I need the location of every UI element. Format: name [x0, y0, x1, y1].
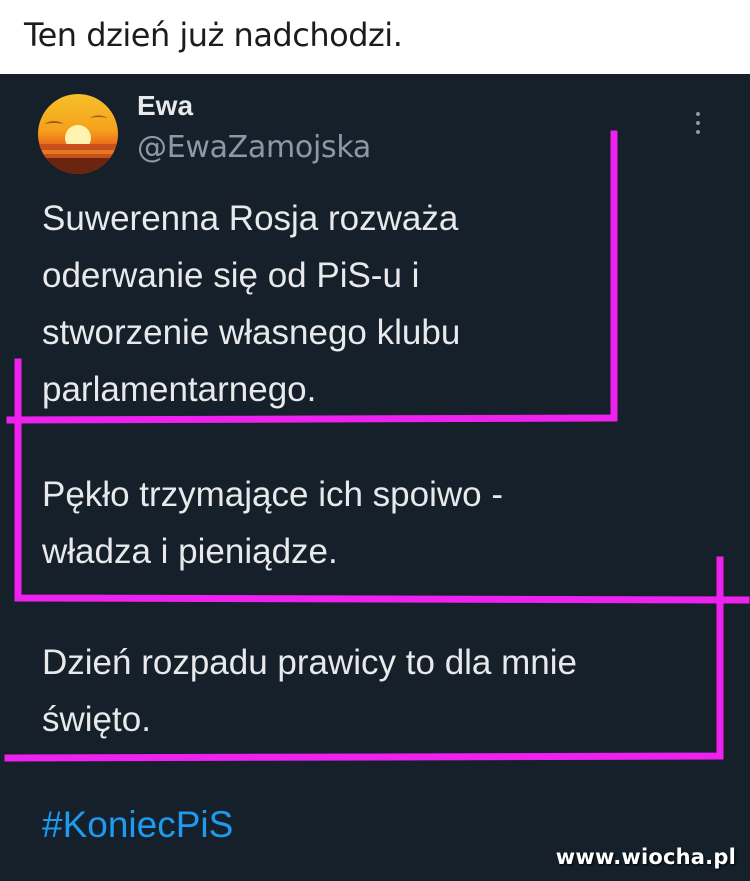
tweet-paragraph-3: Dzień rozpadu prawicy to dla mnie święto…	[42, 634, 577, 748]
tweet-line: Pękło trzymające ich spoiwo -	[42, 475, 503, 514]
author-handle[interactable]: @EwaZamojska	[137, 130, 371, 165]
post-caption-bar: Ten dzień już nadchodzi.	[0, 0, 750, 74]
tweet-line: Suwerenna Rosja rozważa	[42, 199, 459, 238]
site-watermark: www.wiocha.pl	[555, 845, 736, 869]
tweet-paragraph-1: Suwerenna Rosja rozważa oderwanie się od…	[42, 190, 460, 418]
tweet-line: stworzenie własnego klubu	[42, 313, 461, 352]
author-avatar[interactable]	[38, 94, 118, 174]
tweet-line: oderwanie się od PiS-u i	[42, 256, 420, 295]
vertical-ellipsis-icon[interactable]	[688, 110, 708, 138]
tweet-line: Dzień rozpadu prawicy to dla mnie	[42, 643, 577, 682]
post-caption: Ten dzień już nadchodzi.	[24, 16, 403, 54]
tweet-line: władza i pieniądze.	[42, 532, 338, 571]
author-name[interactable]: Ewa	[137, 90, 193, 122]
tweet-line: parlamentarnego.	[42, 370, 317, 409]
tweet-screenshot: Ewa @EwaZamojska Suwerenna Rosja rozważa…	[0, 74, 750, 881]
hashtag-link[interactable]: #KoniecPiS	[42, 804, 233, 846]
tweet-paragraph-2: Pękło trzymające ich spoiwo - władza i p…	[42, 466, 503, 580]
tweet-line: święto.	[42, 700, 151, 739]
sunset-avatar-icon	[38, 94, 118, 174]
